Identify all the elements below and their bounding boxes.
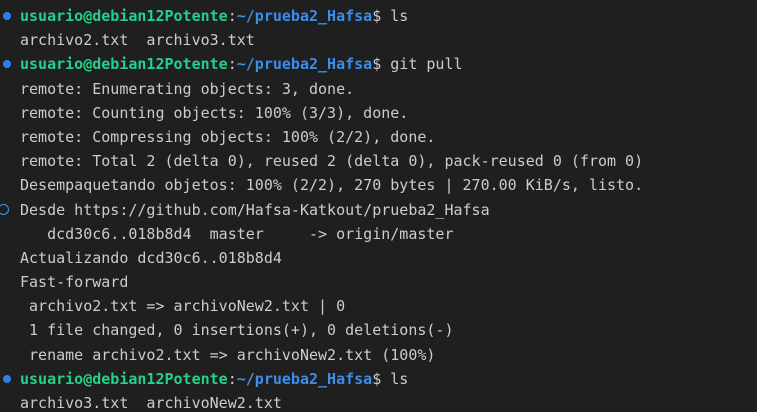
prompt-line: usuario@debian12Potente:~/prueba2_Hafsa$… (3, 4, 643, 28)
output-line: remote: Enumerating objects: 3, done. (20, 77, 643, 101)
output-line: archivo3.txt archivoNew2.txt (20, 391, 643, 412)
prompt-symbol: $ (372, 7, 382, 25)
command-success-dot-icon[interactable] (3, 374, 11, 383)
output-line: 1 file changed, 0 insertions(+), 0 delet… (20, 318, 643, 342)
command-decoration-circle-icon[interactable] (0, 203, 9, 215)
output-line: archivo2.txt archivo3.txt (20, 28, 643, 52)
prompt-symbol: $ (372, 369, 382, 388)
prompt-user-host: usuario@debian12Potente (20, 55, 228, 74)
command-success-dot-icon[interactable] (3, 60, 11, 69)
command-text: git pull (381, 55, 463, 74)
prompt-separator: : (227, 369, 237, 388)
prompt-symbol: $ (372, 55, 382, 74)
prompt-path: ~/prueba2_Hafsa (236, 55, 373, 74)
output-line: Desde https://github.com/Hafsa-Katkout/p… (0, 198, 643, 222)
prompt-path: ~/prueba2_Hafsa (236, 7, 373, 25)
output-line: remote: Compressing objects: 100% (2/2),… (20, 125, 643, 149)
output-text: 1 file changed, 0 insertions(+), 0 delet… (20, 321, 454, 340)
output-line: archivo2.txt => archivoNew2.txt | 0 (20, 294, 643, 318)
output-text: remote: Total 2 (delta 0), reused 2 (del… (20, 152, 644, 171)
terminal-panel[interactable]: usuario@debian12Potente:~/prueba2_Hafsa$… (0, 0, 757, 412)
output-text: dcd30c6..018b8d4 master -> origin/master (20, 224, 454, 243)
output-text: remote: Compressing objects: 100% (2/2),… (20, 127, 436, 146)
command-success-dot-icon[interactable] (3, 12, 11, 20)
output-text: archivo3.txt archivoNew2.txt (20, 394, 282, 412)
output-line: Desempaquetando objetos: 100% (2/2), 270… (20, 173, 643, 197)
output-line: Actualizando dcd30c6..018b8d4 (20, 246, 643, 270)
output-text: rename archivo2.txt => archivoNew2.txt (… (20, 345, 436, 364)
prompt-user-host: usuario@debian12Potente (20, 7, 228, 25)
output-text: archivo2.txt archivo3.txt (20, 31, 255, 50)
output-line: remote: Counting objects: 100% (3/3), do… (20, 101, 643, 125)
prompt-path: ~/prueba2_Hafsa (236, 369, 373, 388)
output-line: remote: Total 2 (delta 0), reused 2 (del… (20, 149, 643, 173)
prompt-line: usuario@debian12Potente:~/prueba2_Hafsa$… (3, 367, 643, 391)
output-text: Desempaquetando objetos: 100% (2/2), 270… (20, 176, 644, 195)
output-text: remote: Enumerating objects: 3, done. (20, 79, 355, 98)
prompt-separator: : (227, 55, 237, 74)
output-line: Fast-forward (20, 270, 643, 294)
prompt-line: usuario@debian12Potente:~/prueba2_Hafsa$… (3, 52, 643, 76)
output-text: remote: Counting objects: 100% (3/3), do… (20, 103, 409, 122)
terminal-output: usuario@debian12Potente:~/prueba2_Hafsa$… (0, 4, 643, 412)
output-text: archivo2.txt => archivoNew2.txt | 0 (20, 297, 346, 316)
output-line: dcd30c6..018b8d4 master -> origin/master (20, 222, 643, 246)
output-line: rename archivo2.txt => archivoNew2.txt (… (20, 343, 643, 367)
prompt-user-host: usuario@debian12Potente (20, 369, 228, 388)
command-text: ls (381, 7, 409, 25)
output-text: Actualizando dcd30c6..018b8d4 (20, 248, 282, 267)
output-text: Fast-forward (20, 273, 129, 292)
output-text: Desde https://github.com/Hafsa-Katkout/p… (20, 200, 490, 219)
command-text: ls (381, 369, 409, 388)
prompt-separator: : (227, 7, 237, 25)
